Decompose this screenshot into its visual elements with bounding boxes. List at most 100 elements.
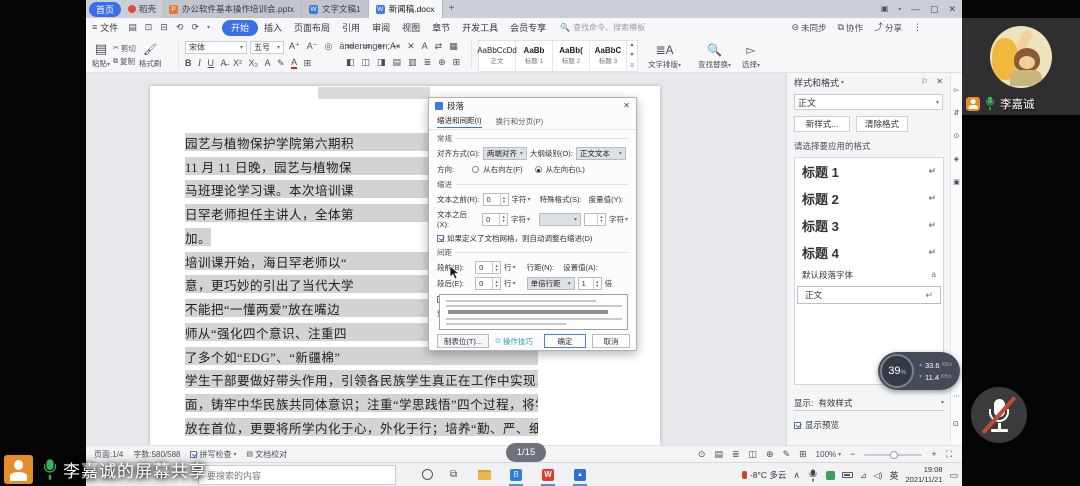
expand-pane-icon[interactable]: ⊡ <box>953 421 959 428</box>
save-icon[interactable]: ▤ <box>128 23 137 32</box>
tray-green-app-icon[interactable] <box>826 471 835 480</box>
before-text-unit[interactable]: 字符▾ <box>512 194 531 205</box>
space-after-unit[interactable]: 行▾ <box>504 278 516 289</box>
tray-mic-icon[interactable] <box>809 469 817 481</box>
table-icon[interactable]: ▦ <box>449 42 458 51</box>
doc-tab-untitled[interactable]: W 文字文稿1 <box>302 0 369 18</box>
special-format-select[interactable]: ▾ <box>539 213 581 226</box>
ribbon-tab-layout[interactable]: 页面布局 <box>288 21 336 34</box>
meeting-app-icon[interactable]: ▲ <box>574 469 586 481</box>
find-replace-button[interactable]: 🔍 查找替换▾ <box>698 41 731 70</box>
fullscreen-icon[interactable]: ⛶ <box>946 450 952 459</box>
ribbon-tab-section[interactable]: 章节 <box>426 21 456 34</box>
ribbon-tab-member[interactable]: 会员专享 <box>504 21 552 34</box>
underline-icon[interactable]: U <box>208 59 215 68</box>
auto-right-indent-checkbox[interactable] <box>437 235 444 242</box>
cut-button[interactable]: ✂剪切 <box>113 42 136 55</box>
history-pane-icon[interactable]: ⊙ <box>954 133 960 140</box>
wps-home-button[interactable]: 首页 <box>89 2 121 17</box>
italic-icon[interactable]: I <box>198 59 201 68</box>
doc-line[interactable]: 学生干部要做好带头作用，引领各民族学生真正在工作中实现以点带 <box>185 370 538 388</box>
number-list-icon[interactable]: ≕ <box>362 42 371 51</box>
fit-page-icon[interactable]: ⊞ <box>799 450 807 459</box>
sort-icon[interactable]: ⇄ <box>435 42 443 51</box>
doc-tab-pptx[interactable]: P 办公软件基本操作培训会.pptx <box>162 0 302 18</box>
doc-tab-news-active[interactable]: W 新闻稿.docx <box>369 0 443 18</box>
format-painter-button[interactable]: 🖌 格式刷 <box>139 40 162 69</box>
select-button[interactable]: ▻ 选择▾ <box>742 41 760 70</box>
share-button[interactable]: ⤴分享 <box>874 22 902 34</box>
participant-video-tile[interactable]: 李嘉诚 <box>962 18 1080 115</box>
battery-icon[interactable] <box>842 472 853 478</box>
ime-indicator[interactable]: 英 <box>889 469 898 482</box>
wps-app-icon[interactable]: W <box>542 469 554 481</box>
adjust-pane-icon[interactable]: ⇵ <box>954 110 960 117</box>
before-text-spinner[interactable]: 0▲▼ <box>483 193 509 206</box>
delete-format-icon[interactable]: ✕ <box>407 42 415 51</box>
more-panes-icon[interactable]: ⋯ <box>953 393 960 400</box>
zoom-slider[interactable] <box>864 454 922 456</box>
file-explorer-icon[interactable] <box>478 470 491 480</box>
wenzi-icon[interactable]: A <box>422 42 428 51</box>
style-item-default-font[interactable]: 默认段落字体a <box>795 266 943 284</box>
font-size-select[interactable]: 五号▾ <box>250 41 284 54</box>
ribbon-tab-insert[interactable]: 插入 <box>258 21 288 34</box>
tab-line-page-break[interactable]: 换行和分页(P) <box>496 116 544 127</box>
measure-unit[interactable]: 字符▾ <box>609 214 628 225</box>
sync-status[interactable]: ⊖未同步 <box>791 22 826 34</box>
after-text-spinner[interactable]: 0▲▼ <box>482 213 508 226</box>
edit-mode-icon[interactable]: ✎ <box>783 450 791 459</box>
line-spacing-icon[interactable]: ≣ <box>424 58 432 67</box>
command-search[interactable]: 🔍 查找命令、搜索模板 <box>560 22 645 33</box>
pin-icon[interactable]: ⚐ <box>921 78 928 86</box>
network-icon[interactable]: ⊿ <box>860 471 867 480</box>
border-icon[interactable]: ⊞ <box>453 58 461 67</box>
outline-view-icon[interactable]: ≣ <box>732 450 740 459</box>
read-view-icon[interactable]: ◫ <box>749 450 758 459</box>
ok-button[interactable]: 确定 <box>544 334 586 348</box>
zoom-slider-knob[interactable] <box>890 451 898 459</box>
new-tab-button[interactable]: + <box>449 4 455 14</box>
set-value-spinner[interactable]: 1▲▼ <box>578 277 602 290</box>
collab-button[interactable]: ⧉协作 <box>838 22 863 34</box>
copy-button[interactable]: ⧉复制 <box>113 55 136 68</box>
distribute-icon[interactable]: ▥ <box>408 58 417 67</box>
style-item-h3[interactable]: 标题 3↵ <box>795 212 943 239</box>
justify-icon[interactable]: ▤ <box>393 58 402 67</box>
align-left-icon[interactable]: ◧ <box>346 58 355 67</box>
dialog-close-icon[interactable]: ✕ <box>623 102 630 110</box>
maximize-icon[interactable]: ▢ <box>930 5 939 14</box>
space-after-spinner[interactable]: 0▲▼ <box>475 277 501 290</box>
char-border-icon[interactable]: ⊞ <box>304 59 312 68</box>
style-heading1[interactable]: AaBb标题 1 <box>516 41 553 71</box>
shading-icon[interactable]: ⊕ <box>438 58 446 67</box>
style-heading2[interactable]: AaBb(标题 2 <box>553 41 590 71</box>
cortana-icon[interactable] <box>422 469 433 480</box>
performance-ball[interactable]: 39% ▲33.6KB/s ▼11.4KB/s <box>878 352 960 390</box>
ribbon-tab-review[interactable]: 审阅 <box>366 21 396 34</box>
zoom-out-icon[interactable]: − <box>850 450 855 459</box>
mute-microphone-button[interactable] <box>971 387 1027 443</box>
proofread-status[interactable]: ▤文档校对 <box>247 449 288 460</box>
ribbon-tab-devtools[interactable]: 开发工具 <box>456 21 504 34</box>
print-icon[interactable]: ⊟ <box>160 23 168 32</box>
font-color-icon[interactable]: A <box>291 58 297 69</box>
page-view-icon[interactable]: ▤ <box>714 450 723 459</box>
action-center-icon[interactable]: ▭ <box>949 470 958 481</box>
volume-icon[interactable]: ◁) <box>874 471 883 480</box>
clear-format-button[interactable]: 清除格式 <box>856 116 908 132</box>
more-menu-icon[interactable]: ⋮ <box>913 23 922 32</box>
text-typeset-button[interactable]: ≣A 文字排版▾ <box>648 41 681 70</box>
space-before-unit[interactable]: 行▾ <box>504 262 516 273</box>
image-pane-icon[interactable]: ▣ <box>953 179 960 186</box>
account-badge-icon[interactable]: ▣ <box>881 5 889 13</box>
highlight-color-icon[interactable]: ✎ <box>277 59 285 68</box>
text-effects-icon[interactable]: A <box>265 59 271 68</box>
style-item-h2[interactable]: 标题 2↵ <box>795 185 943 212</box>
task-view-icon[interactable]: ⧉ <box>450 470 457 480</box>
line-spacing-select[interactable]: 单倍行距▾ <box>527 277 575 290</box>
doc-line[interactable]: 放在首位，更要将所学内化于心，外化于行；培养“勤、严、细、精 <box>185 418 538 436</box>
doc-line[interactable]: 加。 <box>185 228 211 246</box>
ribbon-tab-references[interactable]: 引用 <box>336 21 366 34</box>
quickbar-dropdown-icon[interactable]: ▾ <box>207 25 210 31</box>
